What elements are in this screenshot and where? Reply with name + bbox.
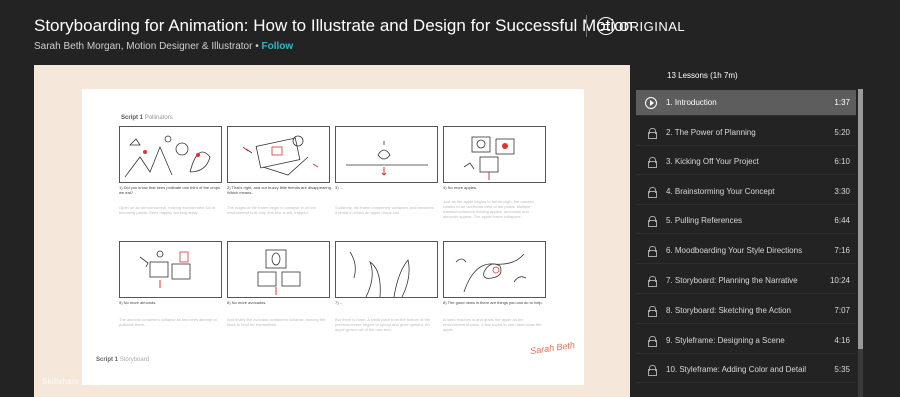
storyboard-panel-5	[119, 241, 222, 298]
storyboard-sheet: Script 1 Pollinators 1) Did you know tha…	[82, 89, 584, 385]
skillshare-original-icon	[597, 17, 615, 35]
storyboard-panel-7	[335, 241, 438, 298]
lesson-title: 5. Pulling References	[666, 216, 743, 225]
lesson-title: 2. The Power of Planning	[666, 128, 756, 137]
video-player[interactable]: Script 1 Pollinators 1) Did you know tha…	[34, 65, 630, 397]
lesson-scrollbar[interactable]	[858, 89, 863, 397]
lesson-duration: 4:16	[834, 336, 850, 345]
storyboard-panel-6	[227, 241, 330, 298]
panel-8-note: A hand reaches in and grabs the apple as…	[443, 317, 542, 332]
follow-button[interactable]: Follow	[262, 41, 294, 52]
lesson-scrollbar-thumb[interactable]	[858, 89, 863, 349]
panel-4-note: Just as the apple begins to fall through…	[443, 199, 534, 219]
lock-icon	[647, 187, 657, 198]
lock-icon	[647, 128, 657, 139]
lock-icon	[647, 365, 657, 376]
lesson-icon-slot	[636, 216, 666, 227]
panel-5-note: The almond containers collapse as two be…	[119, 317, 217, 327]
panel-3-note: Suddenly, the frame completely collapses…	[335, 205, 434, 215]
panel-4-caption: 4) No more apples.	[443, 185, 478, 190]
header-divider	[586, 15, 587, 37]
lesson-duration: 7:16	[834, 246, 850, 255]
lock-icon	[647, 216, 657, 227]
lesson-duration: 1:37	[834, 98, 850, 107]
panel-2-caption: 2) That's right, and our buzzy little fr…	[227, 185, 332, 195]
lesson-duration: 6:10	[834, 157, 850, 166]
lesson-item-6[interactable]: 6. Moodboarding Your Style Directions 7:…	[636, 238, 856, 264]
lesson-title: 4. Brainstorming Your Concept	[666, 187, 775, 196]
lesson-title: 3. Kicking Off Your Project	[666, 157, 759, 166]
lesson-title: 10. Styleframe: Adding Color and Detail	[666, 365, 807, 374]
course-title: Storyboarding for Animation: How to Illu…	[34, 16, 634, 35]
lesson-sidebar: 13 Lessons (1h 7m) 1. Introduction 1:37 …	[636, 65, 866, 397]
lesson-icon-slot	[636, 96, 666, 109]
panel-5-caption: 5) No more almonds.	[119, 300, 157, 305]
sheet-footer: Script 1 Storyboard	[96, 357, 149, 363]
storyboard-panel-4	[443, 126, 546, 183]
panel-6-note: And finally the avocado containers colla…	[227, 317, 326, 327]
panel-6-caption: 6) No more avocados.	[227, 300, 267, 305]
separator-dot: •	[252, 41, 262, 52]
author-name[interactable]: Sarah Beth Morgan, Motion Designer & Ill…	[34, 41, 252, 52]
panel-7-caption: 7) ...	[335, 300, 344, 305]
lock-icon	[647, 157, 657, 168]
sheet-title: Script 1 Pollinators	[121, 115, 173, 121]
video-watermark: Skillshare Original Course Video	[42, 377, 167, 386]
panel-8-caption: 8) The good news is there are things you…	[443, 300, 543, 305]
panel-1-note: Open on an almost surreal, thriving envi…	[119, 205, 216, 215]
original-badge-label: ORIGINAL	[619, 18, 686, 34]
lesson-icon-slot	[636, 128, 666, 139]
lesson-item-3[interactable]: 3. Kicking Off Your Project 6:10	[636, 149, 856, 175]
sheet-subtitle: Pollinators	[144, 115, 173, 121]
storyboard-panel-1	[119, 126, 222, 183]
lesson-duration: 6:44	[834, 216, 850, 225]
course-header: Storyboarding for Animation: How to Illu…	[0, 0, 900, 63]
panel-3-caption: 3) ...	[335, 185, 344, 190]
course-author-line: Sarah Beth Morgan, Motion Designer & Ill…	[34, 41, 293, 52]
original-badge: ORIGINAL	[597, 17, 685, 35]
lesson-icon-slot	[636, 336, 666, 347]
lesson-duration: 3:30	[834, 187, 850, 196]
lock-icon	[647, 336, 657, 347]
storyboard-panel-3	[335, 126, 438, 183]
play-circle-icon	[645, 96, 657, 109]
sheet-title-label: Script 1	[121, 115, 144, 121]
lesson-item-4[interactable]: 4. Brainstorming Your Concept 3:30	[636, 179, 856, 205]
sheet-footer-subtitle: Storyboard	[119, 357, 150, 363]
lock-icon	[647, 246, 657, 257]
lesson-title: 6. Moodboarding Your Style Directions	[666, 246, 803, 255]
lesson-item-5[interactable]: 5. Pulling References 6:44	[636, 208, 856, 234]
lesson-icon-slot	[636, 365, 666, 376]
lesson-duration: 7:07	[834, 306, 850, 315]
storyboard-panel-8	[443, 241, 546, 298]
panel-2-note: The edges of the frame begin to collapse…	[227, 205, 316, 215]
lesson-title: 7. Storyboard: Planning the Narrative	[666, 276, 798, 285]
panel-1-caption: 1) Did you know that bees pollinate one …	[119, 185, 220, 195]
lesson-item-1[interactable]: 1. Introduction 1:37	[636, 90, 856, 116]
storyboard-panel-2	[227, 126, 330, 183]
lesson-duration: 5:35	[834, 365, 850, 374]
panel-7-note: But there is hope. A small plant from th…	[335, 317, 431, 332]
lesson-title: 9. Styleframe: Designing a Scene	[666, 336, 785, 345]
sheet-footer-title: Script 1	[96, 357, 119, 363]
lesson-item-10[interactable]: 10. Styleframe: Adding Color and Detail …	[636, 357, 856, 383]
lesson-icon-slot	[636, 187, 666, 198]
lesson-item-7[interactable]: 7. Storyboard: Planning the Narrative 10…	[636, 268, 856, 294]
lesson-icon-slot	[636, 246, 666, 257]
lessons-count: 13 Lessons (1h 7m)	[667, 71, 738, 80]
lock-icon	[647, 276, 657, 287]
lesson-title: 1. Introduction	[666, 98, 717, 107]
lesson-duration: 5:20	[834, 128, 850, 137]
lesson-title: 8. Storyboard: Sketching the Action	[666, 306, 791, 315]
lesson-icon-slot	[636, 157, 666, 168]
lock-icon	[647, 306, 657, 317]
lesson-icon-slot	[636, 306, 666, 317]
lesson-icon-slot	[636, 276, 666, 287]
lesson-item-2[interactable]: 2. The Power of Planning 5:20	[636, 120, 856, 146]
lesson-duration: 10:24	[829, 276, 850, 285]
lesson-item-9[interactable]: 9. Styleframe: Designing a Scene 4:16	[636, 328, 856, 354]
lesson-item-8[interactable]: 8. Storyboard: Sketching the Action 7:07	[636, 298, 856, 324]
